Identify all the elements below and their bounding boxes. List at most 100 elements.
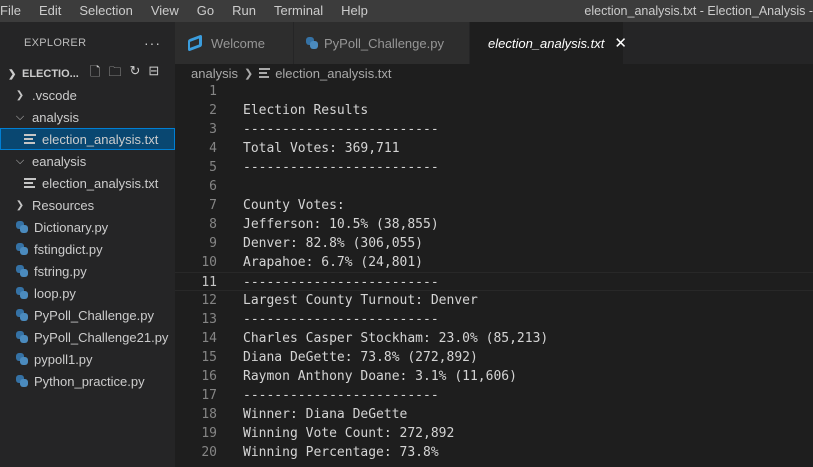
line-number: 6 bbox=[209, 179, 217, 194]
tab-label: Welcome bbox=[211, 35, 265, 51]
more-actions-icon[interactable]: ··· bbox=[144, 35, 161, 51]
line-text: Diana DeGette: 73.8% (272,892) bbox=[243, 350, 478, 365]
line-text: Jefferson: 10.5% (38,855) bbox=[243, 217, 439, 232]
code-line: 1 bbox=[175, 82, 813, 101]
line-text: ------------------------- bbox=[243, 122, 439, 137]
line-number: 8 bbox=[209, 217, 217, 232]
menu-go[interactable]: Go bbox=[188, 0, 223, 22]
explorer-title: EXPLORER bbox=[24, 37, 87, 49]
line-text: Raymon Anthony Doane: 3.1% (11,606) bbox=[243, 369, 517, 384]
tree-item[interactable]: ❯ Resources bbox=[0, 194, 175, 216]
close-icon[interactable]: ✕ bbox=[614, 34, 627, 52]
text-file-icon bbox=[259, 68, 271, 78]
line-number: 5 bbox=[209, 160, 217, 175]
tree-item-label: loop.py bbox=[34, 285, 76, 301]
tree-item[interactable]: Python_practice.py bbox=[0, 370, 175, 392]
line-text: County Votes: bbox=[243, 198, 345, 213]
line-text: Election Results bbox=[243, 103, 369, 118]
tree-item[interactable]: pypoll1.py bbox=[0, 348, 175, 370]
breadcrumb-file[interactable]: election_analysis.txt bbox=[275, 66, 391, 81]
line-text bbox=[217, 177, 243, 196]
line-number: 10 bbox=[201, 255, 217, 270]
tree-item[interactable]: ⌵ eanalysis bbox=[0, 150, 175, 172]
tree-item-label: analysis bbox=[32, 109, 79, 125]
line-text: Winning Vote Count: 272,892 bbox=[243, 426, 455, 441]
tab-election-analysis[interactable]: election_analysis.txt ✕ bbox=[470, 22, 627, 64]
new-folder-icon[interactable]: 🗀 bbox=[108, 63, 121, 85]
tree-item[interactable]: election_analysis.txt bbox=[0, 172, 175, 194]
vscode-icon bbox=[187, 35, 203, 51]
code-line: 19 Winning Vote Count: 272,892 bbox=[175, 424, 813, 443]
code-line: 16 Raymon Anthony Doane: 3.1% (11,606) bbox=[175, 367, 813, 386]
python-icon bbox=[306, 37, 318, 49]
code-lines: 1 2 Election Results 3 ---------------------… bbox=[175, 82, 813, 462]
workspace-folder-name: ELECTIO... bbox=[22, 68, 79, 80]
python-icon bbox=[16, 243, 28, 255]
tree-item[interactable]: loop.py bbox=[0, 282, 175, 304]
python-icon bbox=[16, 309, 28, 321]
menu-terminal[interactable]: Terminal bbox=[265, 0, 332, 22]
line-number: 2 bbox=[209, 103, 217, 118]
workspace-folder-header[interactable]: ❯ ELECTIO... 🗋 🗀 ↻ ⊟ bbox=[0, 63, 175, 85]
tab-pypoll-challenge[interactable]: PyPoll_Challenge.py bbox=[294, 22, 470, 64]
tree-item[interactable]: PyPoll_Challenge21.py bbox=[0, 326, 175, 348]
line-number: 9 bbox=[209, 236, 217, 251]
python-icon bbox=[16, 287, 28, 299]
menu-edit[interactable]: Edit bbox=[30, 0, 70, 22]
line-number: 14 bbox=[201, 331, 217, 346]
code-line: 12 Largest County Turnout: Denver bbox=[175, 291, 813, 310]
tree-item[interactable]: fstingdict.py bbox=[0, 238, 175, 260]
code-line: 14 Charles Casper Stockham: 23.0% (85,213… bbox=[175, 329, 813, 348]
window-title: election_analysis.txt - Election_Analysi… bbox=[584, 4, 813, 18]
menu-file[interactable]: File bbox=[0, 0, 30, 22]
code-editor[interactable]: 1 2 Election Results 3 ---------------------… bbox=[175, 82, 813, 467]
collapse-all-icon[interactable]: ⊟ bbox=[148, 63, 159, 85]
tree-item[interactable]: PyPoll_Challenge.py bbox=[0, 304, 175, 326]
code-line: 7 County Votes: bbox=[175, 196, 813, 215]
menu-selection[interactable]: Selection bbox=[70, 0, 141, 22]
code-line: 15 Diana DeGette: 73.8% (272,892) bbox=[175, 348, 813, 367]
tree-item-label: PyPoll_Challenge.py bbox=[34, 307, 154, 323]
tree-item-label: Python_practice.py bbox=[34, 373, 145, 389]
tree-item[interactable]: fstring.py bbox=[0, 260, 175, 282]
code-line: 3 ------------------------- bbox=[175, 120, 813, 139]
menu-bar: File Edit Selection View Go Run Terminal… bbox=[0, 0, 813, 22]
line-text: Largest County Turnout: Denver bbox=[243, 293, 478, 308]
line-text: ------------------------- bbox=[243, 388, 439, 403]
menu-view[interactable]: View bbox=[142, 0, 188, 22]
line-number: 20 bbox=[201, 445, 217, 460]
menu-help[interactable]: Help bbox=[332, 0, 377, 22]
line-text bbox=[217, 82, 243, 101]
line-number: 1 bbox=[209, 84, 217, 99]
tree-item[interactable]: ❯ .vscode bbox=[0, 84, 175, 106]
line-text: ------------------------- bbox=[243, 312, 439, 327]
line-number: 13 bbox=[201, 312, 217, 327]
explorer-sidebar: EXPLORER ··· ❯ ELECTIO... 🗋 🗀 ↻ ⊟ ❯ .vsco… bbox=[0, 22, 175, 467]
code-line: 17 ------------------------- bbox=[175, 386, 813, 405]
folder-actions: 🗋 🗀 ↻ ⊟ bbox=[90, 63, 159, 85]
line-number: 3 bbox=[209, 122, 217, 137]
tree-item-label: pypoll1.py bbox=[34, 351, 93, 367]
chevron-right-icon: ❯ bbox=[15, 89, 25, 101]
line-text: Charles Casper Stockham: 23.0% (85,213) bbox=[243, 331, 549, 346]
line-number: 11 bbox=[201, 275, 217, 290]
line-text: Winner: Diana DeGette bbox=[243, 407, 408, 422]
menu-run[interactable]: Run bbox=[223, 0, 265, 22]
tree-item[interactable]: ⌵ analysis bbox=[0, 106, 175, 128]
tree-item-label: .vscode bbox=[32, 87, 77, 103]
tab-welcome[interactable]: Welcome bbox=[175, 22, 294, 64]
tab-label: PyPoll_Challenge.py bbox=[324, 35, 444, 51]
chevron-right-icon: ❯ bbox=[243, 67, 254, 80]
new-file-icon[interactable]: 🗋 bbox=[90, 63, 100, 85]
line-number: 4 bbox=[209, 141, 217, 156]
tree-item[interactable]: Dictionary.py bbox=[0, 216, 175, 238]
line-text: Total Votes: 369,711 bbox=[243, 141, 400, 156]
code-line: 5 ------------------------- bbox=[175, 158, 813, 177]
code-line: 18 Winner: Diana DeGette bbox=[175, 405, 813, 424]
tree-item[interactable]: election_analysis.txt bbox=[0, 128, 175, 150]
chevron-down-icon: ⌵ bbox=[15, 154, 25, 167]
line-text: ------------------------- bbox=[243, 275, 439, 290]
breadcrumb-folder[interactable]: analysis bbox=[191, 66, 238, 81]
refresh-icon[interactable]: ↻ bbox=[129, 63, 140, 85]
tree-item-label: eanalysis bbox=[32, 153, 87, 169]
